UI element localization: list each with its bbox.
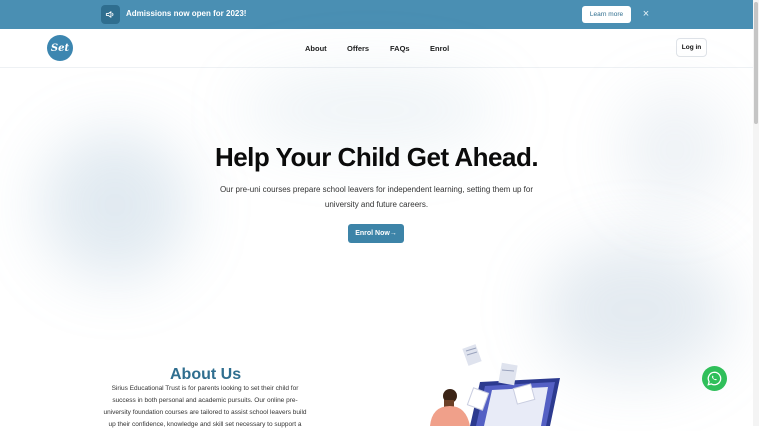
about-line: success in both personal and academic pu…: [112, 397, 298, 404]
hero-subtitle: Our pre-uni courses prepare school leave…: [206, 182, 547, 212]
close-icon[interactable]: ×: [640, 7, 652, 21]
hero-subtitle-line: Our pre-uni courses prepare school leave…: [219, 185, 534, 194]
nav-offers[interactable]: Offers: [347, 44, 369, 53]
nav-faqs[interactable]: FAQs: [390, 44, 410, 53]
banner-message: Admissions now open for 2023!: [126, 9, 247, 18]
arrow-right-icon: →: [389, 230, 397, 237]
whatsapp-icon[interactable]: [702, 366, 727, 391]
megaphone-icon: [101, 5, 120, 24]
hero-title: Help Your Child Get Ahead.: [214, 142, 539, 172]
page-scrollbar-thumb[interactable]: [754, 2, 758, 124]
site-header: Set About Offers FAQs Enrol Log in: [0, 29, 753, 68]
nav-enrol[interactable]: Enrol: [430, 44, 449, 53]
enrol-now-button[interactable]: Enrol Now →: [348, 224, 404, 243]
about-title: About Us: [170, 366, 242, 383]
student-illustration: [430, 344, 560, 426]
learn-more-button[interactable]: Learn more: [582, 6, 631, 23]
hero-background-blob: [240, 70, 500, 150]
about-line: up their confidence, knowledge and skill…: [108, 421, 302, 428]
nav-about[interactable]: About: [305, 44, 327, 53]
hero-subtitle-line: university and future careers.: [324, 200, 429, 209]
about-text: Sirius Educational Trust is for parents …: [85, 383, 325, 431]
about-line: university foundation courses are tailor…: [103, 409, 307, 416]
enrol-now-label: Enrol Now: [355, 230, 390, 237]
login-button[interactable]: Log in: [676, 38, 707, 57]
announcement-banner: Admissions now open for 2023! Learn more…: [0, 0, 753, 29]
about-line: Sirius Educational Trust is for parents …: [111, 385, 299, 392]
site-logo[interactable]: Set: [47, 35, 73, 61]
